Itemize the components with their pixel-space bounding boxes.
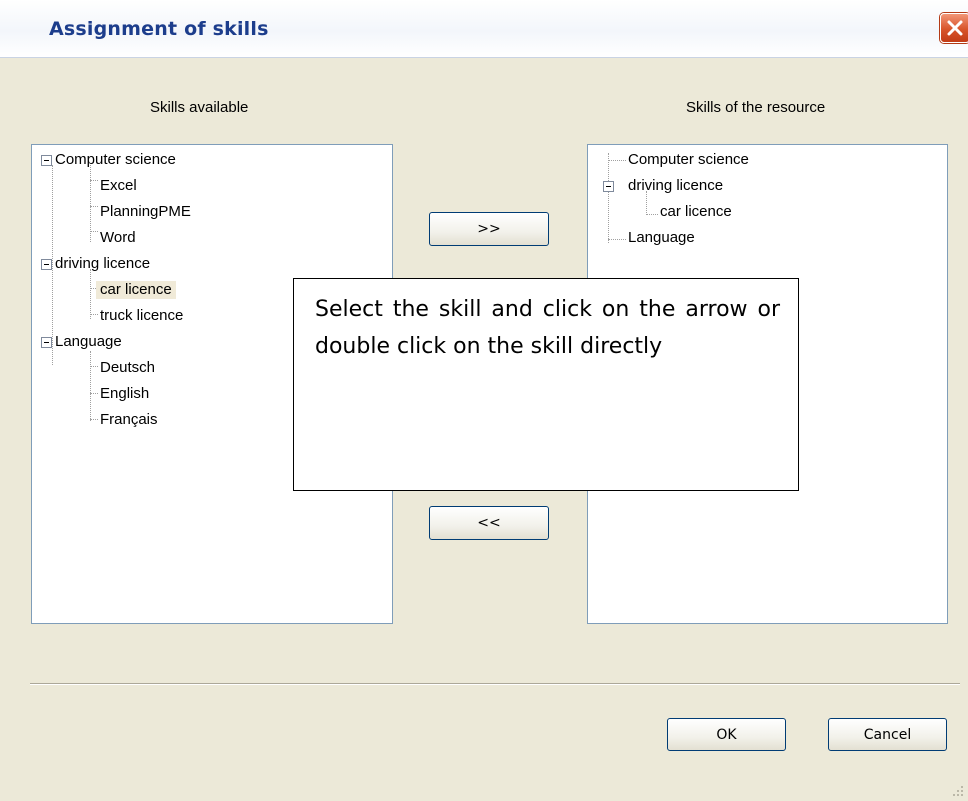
- tree-connector: [90, 366, 98, 367]
- tree-node-truck-licence[interactable]: truck licence: [100, 307, 183, 325]
- tree-node-driving-licence[interactable]: driving licence: [628, 177, 723, 195]
- close-button[interactable]: [940, 13, 968, 43]
- collapse-icon[interactable]: [41, 155, 52, 166]
- instruction-callout: Select the skill and click on the arrow …: [293, 278, 799, 491]
- add-skill-button[interactable]: >>: [429, 212, 549, 246]
- window-title: Assignment of skills: [49, 18, 269, 40]
- tree-connector: [608, 153, 609, 243]
- remove-skill-button[interactable]: <<: [429, 506, 549, 540]
- tree-connector: [52, 165, 53, 365]
- tree-node-driving-licence[interactable]: driving licence: [55, 255, 150, 273]
- tree-node-planningpme[interactable]: PlanningPME: [100, 203, 191, 221]
- tree-node-word[interactable]: Word: [100, 229, 136, 247]
- close-icon: [947, 20, 963, 36]
- tree-connector: [90, 393, 98, 394]
- tree-node-computer-science[interactable]: Computer science: [55, 151, 176, 169]
- tree-connector: [90, 419, 98, 420]
- tree-node-car-licence[interactable]: car licence: [96, 281, 176, 299]
- tree-node-computer-science[interactable]: Computer science: [628, 151, 749, 169]
- tree-node-language[interactable]: Language: [55, 333, 122, 351]
- tree-connector: [90, 269, 91, 319]
- tree-node-deutsch[interactable]: Deutsch: [100, 359, 155, 377]
- tree-node-language[interactable]: Language: [628, 229, 695, 247]
- assignment-dialog: Assignment of skills Skills available Co…: [0, 0, 968, 801]
- tree-node-english[interactable]: English: [100, 385, 149, 403]
- skills-available-label: Skills available: [150, 99, 249, 116]
- tree-connector: [90, 180, 98, 181]
- separator: [30, 683, 960, 685]
- skills-resource-label: Skills of the resource: [686, 99, 826, 116]
- tree-connector: [90, 231, 98, 232]
- ok-button[interactable]: OK: [667, 718, 786, 751]
- title-bar: Assignment of skills: [0, 0, 968, 58]
- tree-node-francais[interactable]: Français: [100, 411, 158, 429]
- collapse-icon[interactable]: [41, 259, 52, 270]
- tree-connector: [608, 239, 626, 240]
- tree-node-excel[interactable]: Excel: [100, 177, 137, 195]
- tree-connector: [90, 314, 98, 315]
- collapse-icon[interactable]: [41, 337, 52, 348]
- tree-connector: [90, 351, 91, 421]
- resize-grip-icon[interactable]: [952, 785, 964, 797]
- tree-connector: [90, 206, 98, 207]
- tree-connector: [646, 214, 658, 215]
- collapse-icon[interactable]: [603, 181, 614, 192]
- tree-connector: [608, 160, 626, 161]
- tree-node-car-licence[interactable]: car licence: [660, 203, 732, 221]
- cancel-button[interactable]: Cancel: [828, 718, 947, 751]
